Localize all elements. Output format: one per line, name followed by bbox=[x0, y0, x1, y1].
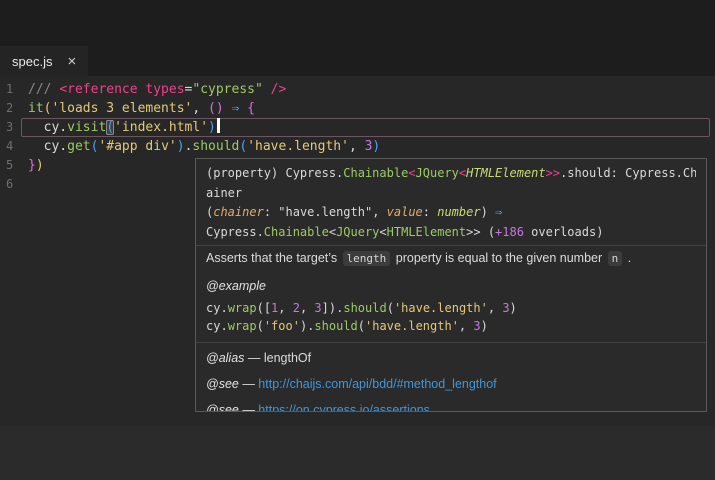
close-icon[interactable]: × bbox=[67, 54, 76, 69]
line-number: 4 bbox=[0, 137, 28, 156]
example-code-line: cy.wrap([1, 2, 3]).should('have.length',… bbox=[206, 299, 696, 317]
tooltip-divider bbox=[196, 245, 706, 246]
line-number: 5 bbox=[0, 156, 28, 175]
doc-link[interactable]: https://on.cypress.io/assertions bbox=[258, 403, 430, 412]
code-line[interactable]: 1 /// <reference types="cypress" /> bbox=[0, 80, 715, 99]
line-number: 3 bbox=[0, 118, 28, 137]
doc-link[interactable]: http://chaijs.com/api/bdd/#method_length… bbox=[258, 377, 496, 391]
doc-example-tag: @example bbox=[206, 278, 696, 294]
tooltip-signature: (property) Cypress.Chainable<JQuery<HTML… bbox=[196, 159, 706, 242]
code-text: cy.get('#app div').should('have.length',… bbox=[28, 137, 380, 156]
vscode-window: spec.js × 1 /// <reference types="cypres… bbox=[0, 0, 715, 480]
tooltip-docs: Asserts that the target’s length propert… bbox=[196, 250, 706, 412]
code-text: cy.visit('index.html') bbox=[28, 118, 220, 137]
tab-spec-js[interactable]: spec.js × bbox=[0, 46, 88, 76]
doc-alias: @alias — lengthOf bbox=[206, 350, 696, 366]
signature-line: ainer bbox=[206, 184, 696, 204]
code-line[interactable]: 4 cy.get('#app div').should('have.length… bbox=[0, 137, 715, 156]
line-number: 2 bbox=[0, 99, 28, 118]
code-line[interactable]: 2 it('loads 3 elements', () ⇒ { bbox=[0, 99, 715, 118]
signature-line: (chainer: "have.length", value: number) … bbox=[206, 203, 696, 223]
text-cursor bbox=[217, 118, 220, 133]
doc-see-link: @see — https://on.cypress.io/assertions bbox=[206, 402, 696, 412]
tooltip-divider bbox=[196, 342, 706, 343]
doc-description: Asserts that the target’s length propert… bbox=[206, 250, 696, 267]
hover-tooltip: (property) Cypress.Chainable<JQuery<HTML… bbox=[195, 158, 707, 412]
line-number: 1 bbox=[0, 80, 28, 99]
code-text: /// <reference types="cypress" /> bbox=[28, 80, 286, 99]
code-line[interactable]: 3 cy.visit('index.html') bbox=[0, 118, 715, 137]
tab-bar: spec.js × bbox=[0, 0, 715, 76]
example-code-line: cy.wrap('foo').should('have.length', 3) bbox=[206, 317, 696, 335]
line-number: 6 bbox=[0, 175, 28, 194]
code-text: it('loads 3 elements', () ⇒ { bbox=[28, 99, 255, 118]
signature-line: (property) Cypress.Chainable<JQuery<HTML… bbox=[206, 164, 696, 184]
doc-see-link: @see — http://chaijs.com/api/bdd/#method… bbox=[206, 376, 696, 392]
doc-example-code: cy.wrap([1, 2, 3]).should('have.length',… bbox=[206, 299, 696, 335]
tab-filename: spec.js bbox=[12, 54, 52, 69]
signature-line: Cypress.Chainable<JQuery<HTMLElement>> (… bbox=[206, 223, 696, 243]
code-text: }) bbox=[28, 156, 44, 175]
bottom-strip bbox=[0, 426, 715, 480]
